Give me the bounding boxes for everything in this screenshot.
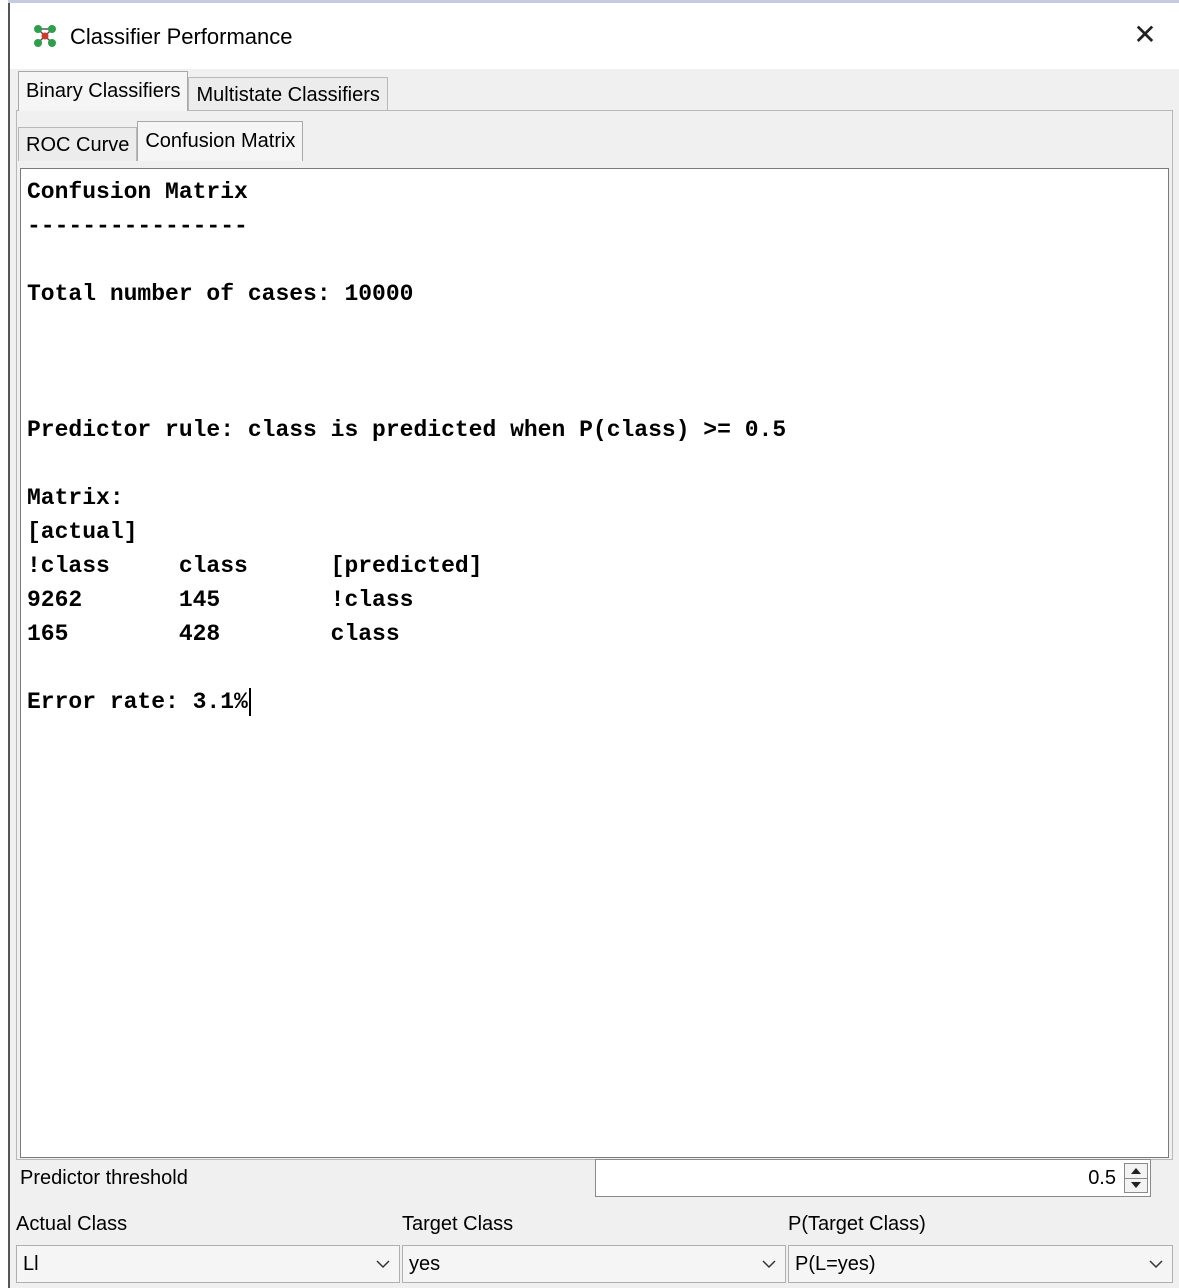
tab-roc-curve[interactable]: ROC Curve [18, 127, 138, 161]
output-line: Total number of cases: 10000 [27, 281, 414, 307]
chevron-down-icon [1146, 1254, 1166, 1274]
tab-multistate-classifiers[interactable]: Multistate Classifiers [188, 77, 388, 111]
p-target-class-value: P(L=yes) [795, 1253, 876, 1275]
window-title: Classifier Performance [70, 24, 293, 49]
main-content: Binary Classifiers Multistate Classifier… [10, 69, 1179, 1288]
target-class-value: yes [409, 1253, 441, 1275]
output-line: 9262 145 !class [27, 587, 414, 613]
error-rate-text: Error rate: 3.1% [27, 689, 248, 715]
text-caret [248, 687, 251, 716]
tab-label: Binary Classifiers [26, 80, 181, 102]
tab-label: Multistate Classifiers [196, 84, 380, 106]
actual-class-label: Actual Class [16, 1213, 128, 1235]
title-bar: Classifier Performance ✕ [10, 3, 1179, 69]
spinner-buttons [1124, 1163, 1148, 1193]
network-nodes-icon [32, 23, 58, 49]
output-line: Predictor rule: class is predicted when … [27, 417, 787, 443]
spin-down-button[interactable] [1125, 1178, 1147, 1192]
actual-class-value: Ll [23, 1253, 39, 1275]
output-line: [actual] [27, 519, 138, 545]
target-class-label: Target Class [402, 1213, 514, 1235]
predictor-threshold-label: Predictor threshold [20, 1167, 188, 1189]
output-line: !class class [predicted] [27, 553, 483, 579]
confusion-matrix-output[interactable]: Confusion Matrix ---------------- Total … [20, 168, 1169, 1158]
predictor-threshold-spinner[interactable]: 0.5 [595, 1159, 1151, 1197]
tab-confusion-matrix[interactable]: Confusion Matrix [137, 121, 304, 161]
spin-up-button[interactable] [1125, 1164, 1147, 1179]
output-line-error-rate: Error rate: 3.1% [27, 685, 1168, 719]
chevron-down-icon [759, 1254, 779, 1274]
arrow-up-icon [1131, 1168, 1141, 1174]
arrow-down-icon [1131, 1182, 1141, 1188]
target-class-select[interactable]: yes [402, 1245, 786, 1283]
chevron-down-icon [373, 1254, 393, 1274]
tab-binary-classifiers[interactable]: Binary Classifiers [18, 71, 189, 111]
output-line: ---------------- [27, 213, 248, 239]
output-line: Confusion Matrix [27, 179, 248, 205]
tab-label: ROC Curve [26, 134, 130, 156]
close-button[interactable]: ✕ [1127, 17, 1163, 53]
output-line: 165 428 class [27, 621, 400, 647]
output-line: Matrix: [27, 485, 124, 511]
p-target-class-select[interactable]: P(L=yes) [788, 1245, 1173, 1283]
actual-class-select[interactable]: Ll [16, 1245, 400, 1283]
p-target-class-label: P(Target Class) [788, 1213, 926, 1235]
close-icon: ✕ [1133, 19, 1157, 50]
threshold-value: 0.5 [1088, 1167, 1116, 1189]
inner-tab-strip: ROC Curve Confusion Matrix [18, 121, 304, 161]
tab-label: Confusion Matrix [145, 130, 296, 152]
outer-tab-strip: Binary Classifiers Multistate Classifier… [18, 71, 388, 111]
